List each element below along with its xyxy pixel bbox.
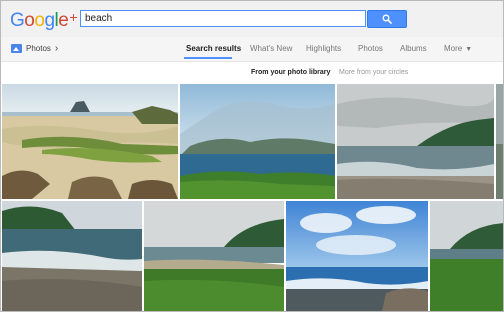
logo-text: Google — [10, 10, 69, 31]
google-plus-logo[interactable]: Google+ — [10, 6, 77, 32]
photos-icon — [11, 44, 22, 53]
photo-thumbnail[interactable] — [2, 201, 142, 311]
tab-highlights[interactable]: Highlights — [306, 43, 341, 54]
chevron-right-icon: › — [54, 43, 59, 54]
photo-thumbnail[interactable] — [144, 201, 284, 311]
section-photos[interactable]: Photos › — [11, 42, 58, 55]
photo-thumbnail[interactable] — [2, 84, 178, 199]
logo-letter: g — [44, 10, 55, 31]
section-label: Photos — [26, 44, 51, 53]
tab-more[interactable]: More ▼ — [444, 43, 472, 55]
photo-thumbnail[interactable] — [337, 84, 494, 199]
tab-more-label: More — [444, 44, 463, 53]
tab-albums[interactable]: Albums — [400, 43, 427, 54]
search-button[interactable] — [367, 10, 407, 28]
chevron-down-icon: ▼ — [465, 46, 473, 53]
subtab-more-from-circles[interactable]: More from your circles — [339, 68, 408, 78]
tab-whats-new[interactable]: What's New — [250, 43, 292, 54]
photo-thumbnail[interactable] — [180, 84, 335, 199]
logo-letter: e — [58, 10, 69, 31]
logo-plus: + — [69, 9, 78, 25]
active-tab-indicator — [184, 57, 232, 59]
nav-bar: Photos › Search results What's New Highl… — [1, 37, 503, 62]
tab-search-results[interactable]: Search results — [186, 43, 241, 54]
photo-thumbnail[interactable] — [286, 201, 428, 311]
tab-photos[interactable]: Photos — [358, 43, 383, 54]
app-window: Google+ beach Photos › Search results Wh… — [0, 0, 504, 312]
search-icon — [382, 14, 392, 24]
top-bar: Google+ beach — [1, 1, 503, 37]
search-input[interactable]: beach — [80, 10, 366, 27]
logo-letter: o — [34, 10, 45, 31]
logo-letter: G — [10, 10, 25, 31]
photo-thumbnail[interactable] — [430, 201, 503, 311]
photo-thumbnail[interactable] — [496, 84, 503, 199]
subtab-photo-library[interactable]: From your photo library — [251, 68, 330, 78]
logo-letter: o — [24, 10, 35, 31]
